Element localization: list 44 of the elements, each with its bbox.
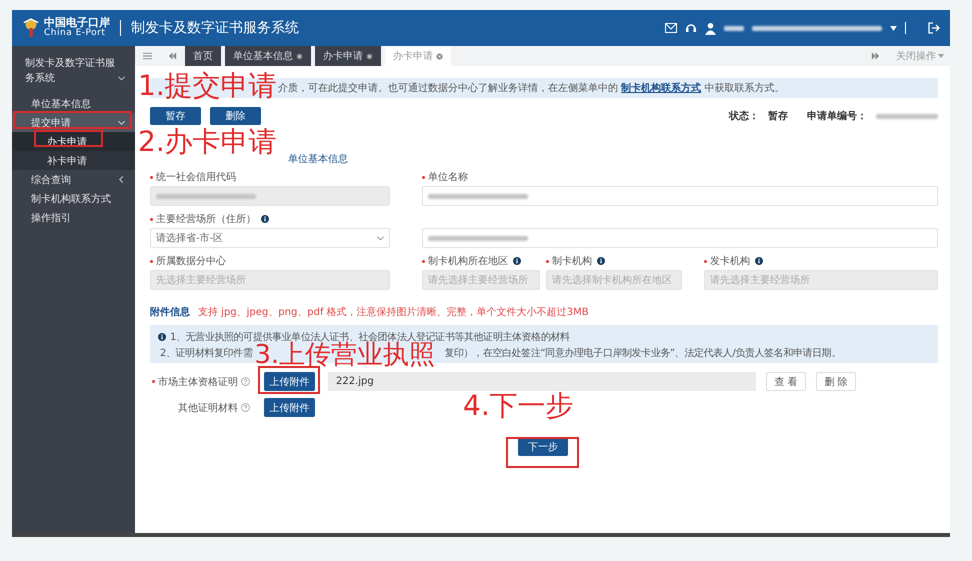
annotation-text: 3.上传营业执照	[254, 343, 436, 368]
field-label: 制卡机构	[552, 254, 592, 268]
field-label: 单位名称	[428, 170, 468, 184]
annotation-text: 4.下一步	[463, 392, 574, 420]
application-number-label: 申请单编号：	[807, 110, 867, 123]
attachment-hint: 支持 jpg、jpeg、png、pdf 格式，注意保持图片清晰、完整，单个文件大小不超过3MB	[198, 306, 589, 319]
annotation-text: 1.提交申请	[138, 72, 277, 100]
system-title: 制发卡及数字证书服务系统	[131, 19, 299, 37]
contact-link[interactable]: 制卡机构联系方式	[621, 83, 702, 94]
note-text: 2、证明材料复印件需	[160, 346, 252, 360]
tab[interactable]: 单位基本信息	[225, 46, 311, 66]
field-label: 市场主体资格证明	[158, 376, 238, 388]
status-label: 状态：	[729, 110, 759, 123]
field-label: 制卡机构所在地区	[428, 254, 508, 268]
field-label: 主要经营场所（住所）	[156, 212, 256, 226]
field-label: 其他证明材料	[178, 402, 238, 414]
tab[interactable]: 办卡申请	[315, 46, 381, 66]
action-button[interactable]: 删除	[210, 107, 261, 125]
note-text: 1、无营业执照的可提供事业单位法人证书、社会团体法人登记证书等其他证明主体资格的材料	[170, 330, 570, 342]
tab[interactable]: 首页	[185, 46, 221, 66]
field-label: 发卡机构	[710, 254, 750, 268]
sidebar-title: 制发卡及数字证书服务系统	[25, 56, 116, 86]
logo-title: 中国电子口岸	[44, 17, 110, 29]
sidebar-item[interactable]: 制卡机构联系方式	[12, 189, 135, 208]
sidebar-item[interactable]: 操作指引	[12, 208, 135, 227]
status-value: 暂存	[768, 110, 788, 123]
upload-button[interactable]: 上传附件	[264, 398, 315, 417]
note-text: 复印），在空白处签注“同意办理电子口岸制发卡业务”、法定代表人/负责人签名和申请日期。	[444, 346, 841, 360]
section-title: 附件信息	[150, 306, 190, 319]
upload-button[interactable]: 上传附件	[264, 372, 315, 391]
logo-subtitle: China E-Port	[44, 29, 106, 39]
delete-button[interactable]: 删 除	[816, 372, 856, 391]
sidebar-item[interactable]: 综合查询	[12, 170, 135, 189]
sidebar-subitem[interactable]: 补卡申请	[12, 151, 135, 170]
view-button[interactable]: 查 看	[766, 372, 806, 391]
sidebar-item[interactable]: 单位基本信息	[12, 94, 135, 113]
action-button[interactable]: 暂存	[150, 107, 201, 125]
file-name-field: 222.jpg	[328, 372, 756, 391]
info-text: 介质，可在此提交申请。也可通过数据分中心了解业务详情，在左侧菜单中的 制卡机构联系方式 中获取联系方式。	[278, 81, 784, 95]
region-select[interactable]: 请选择省-市-区	[150, 228, 390, 248]
annotation-text: 2.办卡申请	[138, 128, 277, 156]
section-title: 单位基本信息	[288, 152, 348, 166]
field-label: 所属数据分中心	[156, 254, 226, 268]
field-label: 统一社会信用代码	[156, 170, 236, 184]
